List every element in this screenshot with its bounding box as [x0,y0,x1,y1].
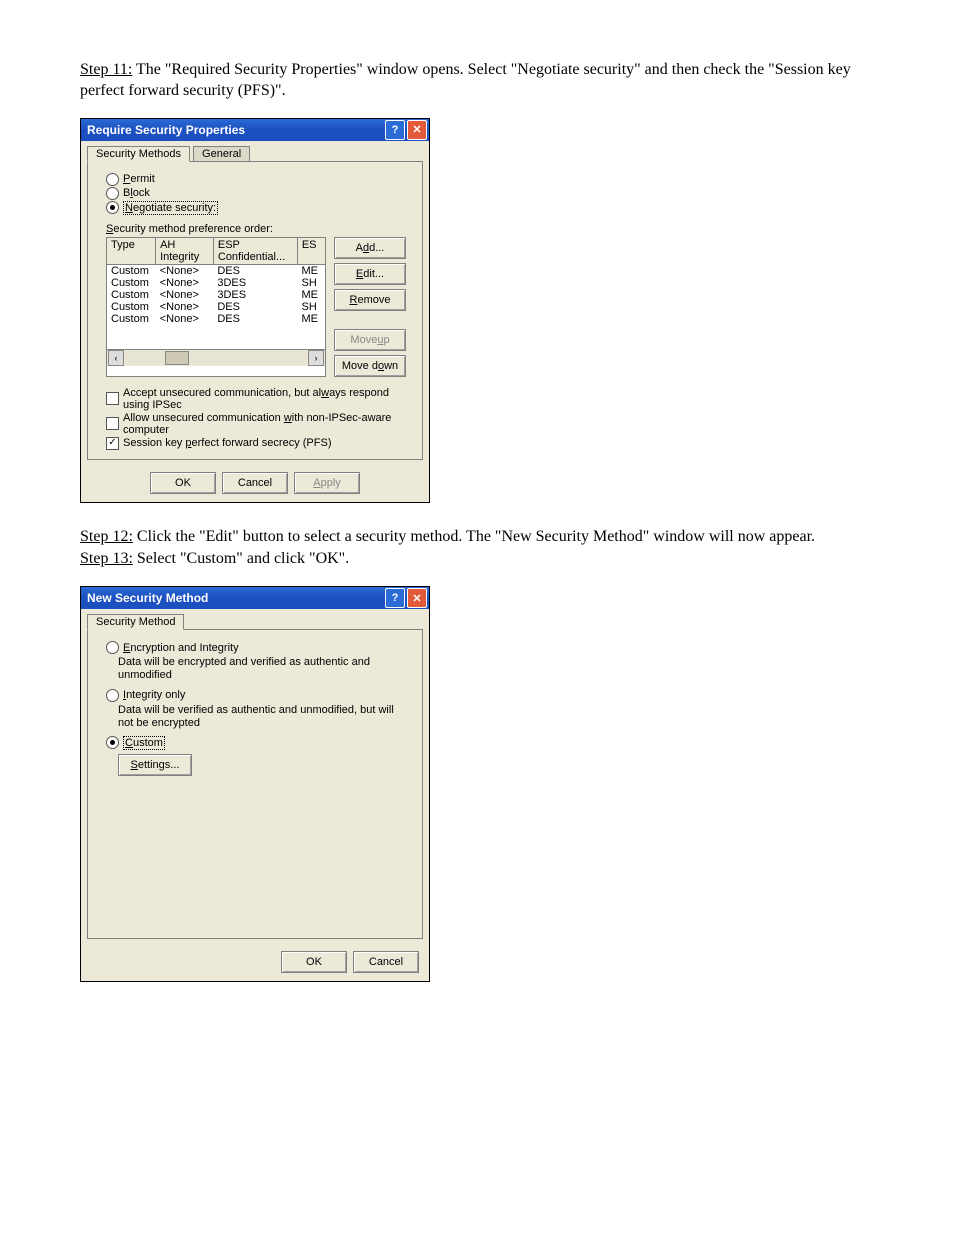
radio-icon [106,187,119,200]
require-security-properties-window: Require Security Properties ? ✕ Security… [80,118,430,503]
move-down-button[interactable]: Move down [334,355,406,377]
step13-text: Step 13: Select "Custom" and click "OK". [80,549,874,570]
tab-security-method[interactable]: Security Method [87,614,184,630]
step11-label: Step 11: [80,61,132,78]
apply-button[interactable]: Apply [294,472,360,494]
step13-label: Step 13: [80,550,133,567]
radio-integrity-only[interactable]: Integrity only [106,689,412,702]
tab-body: Permit Block Negotiate security: Securit… [87,161,423,460]
tabstrip: Security Methods General [81,141,429,161]
remove-button[interactable]: Remove [334,289,406,311]
tab-body: Encryption and Integrity Data will be en… [87,629,423,939]
radio-negotiate[interactable]: Negotiate security: [106,201,412,215]
checkbox-allow-unsecured[interactable]: Allow unsecured communication with non-I… [106,412,412,436]
radio-icon [106,201,119,214]
radio-icon [106,641,119,654]
tab-security-methods[interactable]: Security Methods [87,146,190,162]
horizontal-scrollbar[interactable]: ‹ › [107,349,325,366]
integrity-desc: Data will be verified as authentic and u… [118,704,412,730]
radio-icon [106,173,119,186]
radio-block[interactable]: Block [106,187,412,200]
cancel-button[interactable]: Cancel [222,472,288,494]
titlebar[interactable]: Require Security Properties ? ✕ [81,119,429,141]
scroll-left-icon[interactable]: ‹ [108,350,124,366]
help-icon[interactable]: ? [385,588,405,608]
window-title: New Security Method [87,591,383,605]
checkbox-pfs[interactable]: Session key perfect forward secrecy (PFS… [106,437,412,450]
scroll-right-icon[interactable]: › [308,350,324,366]
table-row[interactable]: Custom<None>DESSH [107,301,325,313]
radio-custom[interactable]: Custom [106,736,412,750]
close-icon[interactable]: ✕ [407,120,427,140]
step12-label: Step 12: [80,528,133,545]
scroll-thumb[interactable] [165,351,189,365]
encryption-desc: Data will be encrypted and verified as a… [118,656,412,682]
help-icon[interactable]: ? [385,120,405,140]
table-row[interactable]: Custom<None>3DESSH [107,277,325,289]
table-row[interactable]: Custom<None>3DESME [107,289,325,301]
cancel-button[interactable]: Cancel [353,951,419,973]
settings-button[interactable]: Settings... [118,754,192,776]
list-body: Custom<None>DESME Custom<None>3DESSH Cus… [107,265,325,349]
checkbox-accept-unsecured[interactable]: Accept unsecured communication, but alwa… [106,387,412,411]
table-row[interactable]: Custom<None>DESME [107,313,325,325]
radio-permit[interactable]: Permit [106,173,412,186]
radio-encryption-integrity[interactable]: Encryption and Integrity [106,641,412,654]
titlebar[interactable]: New Security Method ? ✕ [81,587,429,609]
window-title: Require Security Properties [87,123,383,137]
ok-button[interactable]: OK [281,951,347,973]
tabstrip: Security Method [81,609,429,629]
move-up-button[interactable]: Move up [334,329,406,351]
ok-button[interactable]: OK [150,472,216,494]
table-row[interactable]: Custom<None>DESME [107,265,325,277]
radio-icon [106,689,119,702]
step11-text: Step 11: The "Required Security Properti… [80,60,874,102]
security-methods-list[interactable]: Type AH Integrity ESP Confidential... ES… [106,237,326,377]
preference-order-label: Security method preference order: [106,223,412,235]
edit-button[interactable]: Edit... [334,263,406,285]
list-header: Type AH Integrity ESP Confidential... ES [107,238,325,265]
close-icon[interactable]: ✕ [407,588,427,608]
radio-icon [106,736,119,749]
checkbox-icon [106,392,119,405]
step12-text: Step 12: Click the "Edit" button to sele… [80,527,874,548]
checkbox-icon [106,437,119,450]
tab-general[interactable]: General [193,146,250,162]
add-button[interactable]: Add... [334,237,406,259]
new-security-method-window: New Security Method ? ✕ Security Method … [80,586,430,982]
checkbox-icon [106,417,119,430]
